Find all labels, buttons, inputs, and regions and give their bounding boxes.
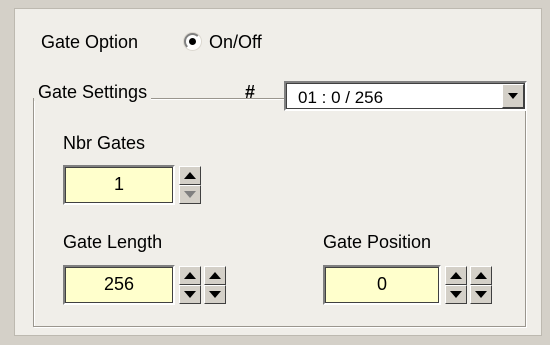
gate-settings-group-label: Gate Settings bbox=[34, 83, 152, 101]
gate-position-coarse-increment-button[interactable] bbox=[445, 266, 467, 285]
gate-length-coarse-decrement-button[interactable] bbox=[179, 285, 201, 304]
gate-panel: Gate Option On/Off Gate Settings # 01 : … bbox=[14, 8, 542, 336]
triangle-up-icon bbox=[450, 272, 462, 279]
gate-length-spinner-coarse[interactable] bbox=[179, 266, 201, 304]
gate-on-off-radio[interactable] bbox=[184, 33, 201, 50]
gate-length-fine-increment-button[interactable] bbox=[204, 266, 226, 285]
nbr-gates-label: Nbr Gates bbox=[63, 133, 146, 153]
gate-length-fine-decrement-button[interactable] bbox=[204, 285, 226, 304]
gate-position-spinner-coarse[interactable] bbox=[445, 266, 467, 304]
gate-position-fine-decrement-button[interactable] bbox=[470, 285, 492, 304]
triangle-up-icon bbox=[475, 272, 487, 279]
gate-position-field[interactable]: 0 bbox=[323, 265, 441, 305]
triangle-down-icon bbox=[184, 291, 196, 298]
nbr-gates-decrement-button[interactable] bbox=[179, 185, 201, 204]
gate-on-off-label[interactable]: On/Off bbox=[209, 33, 262, 51]
triangle-up-icon bbox=[184, 172, 196, 179]
gate-selector-value: 01 : 0 / 256 bbox=[298, 88, 384, 107]
nbr-gates-spinner[interactable] bbox=[179, 166, 201, 204]
gate-position-coarse-decrement-button[interactable] bbox=[445, 285, 467, 304]
gate-option-label: Gate Option bbox=[41, 32, 139, 52]
triangle-up-icon bbox=[184, 272, 196, 279]
triangle-down-icon bbox=[209, 291, 221, 298]
radio-selected-dot bbox=[189, 38, 196, 45]
triangle-down-icon bbox=[475, 291, 487, 298]
gate-length-label: Gate Length bbox=[63, 232, 163, 252]
gate-length-field[interactable]: 256 bbox=[63, 265, 175, 305]
nbr-gates-field[interactable]: 1 bbox=[63, 165, 175, 205]
triangle-down-icon bbox=[184, 191, 196, 198]
triangle-down-icon bbox=[450, 291, 462, 298]
gate-length-spinner-fine[interactable] bbox=[204, 266, 226, 304]
chevron-down-icon bbox=[508, 93, 518, 99]
hash-label: # bbox=[245, 82, 256, 102]
gate-position-label: Gate Position bbox=[323, 232, 432, 252]
triangle-up-icon bbox=[209, 272, 221, 279]
gate-length-coarse-increment-button[interactable] bbox=[179, 266, 201, 285]
gate-selector-dropdown[interactable]: 01 : 0 / 256 bbox=[284, 81, 527, 111]
nbr-gates-increment-button[interactable] bbox=[179, 166, 201, 185]
dropdown-button[interactable] bbox=[502, 84, 524, 108]
gate-position-spinner-fine[interactable] bbox=[470, 266, 492, 304]
gate-position-fine-increment-button[interactable] bbox=[470, 266, 492, 285]
